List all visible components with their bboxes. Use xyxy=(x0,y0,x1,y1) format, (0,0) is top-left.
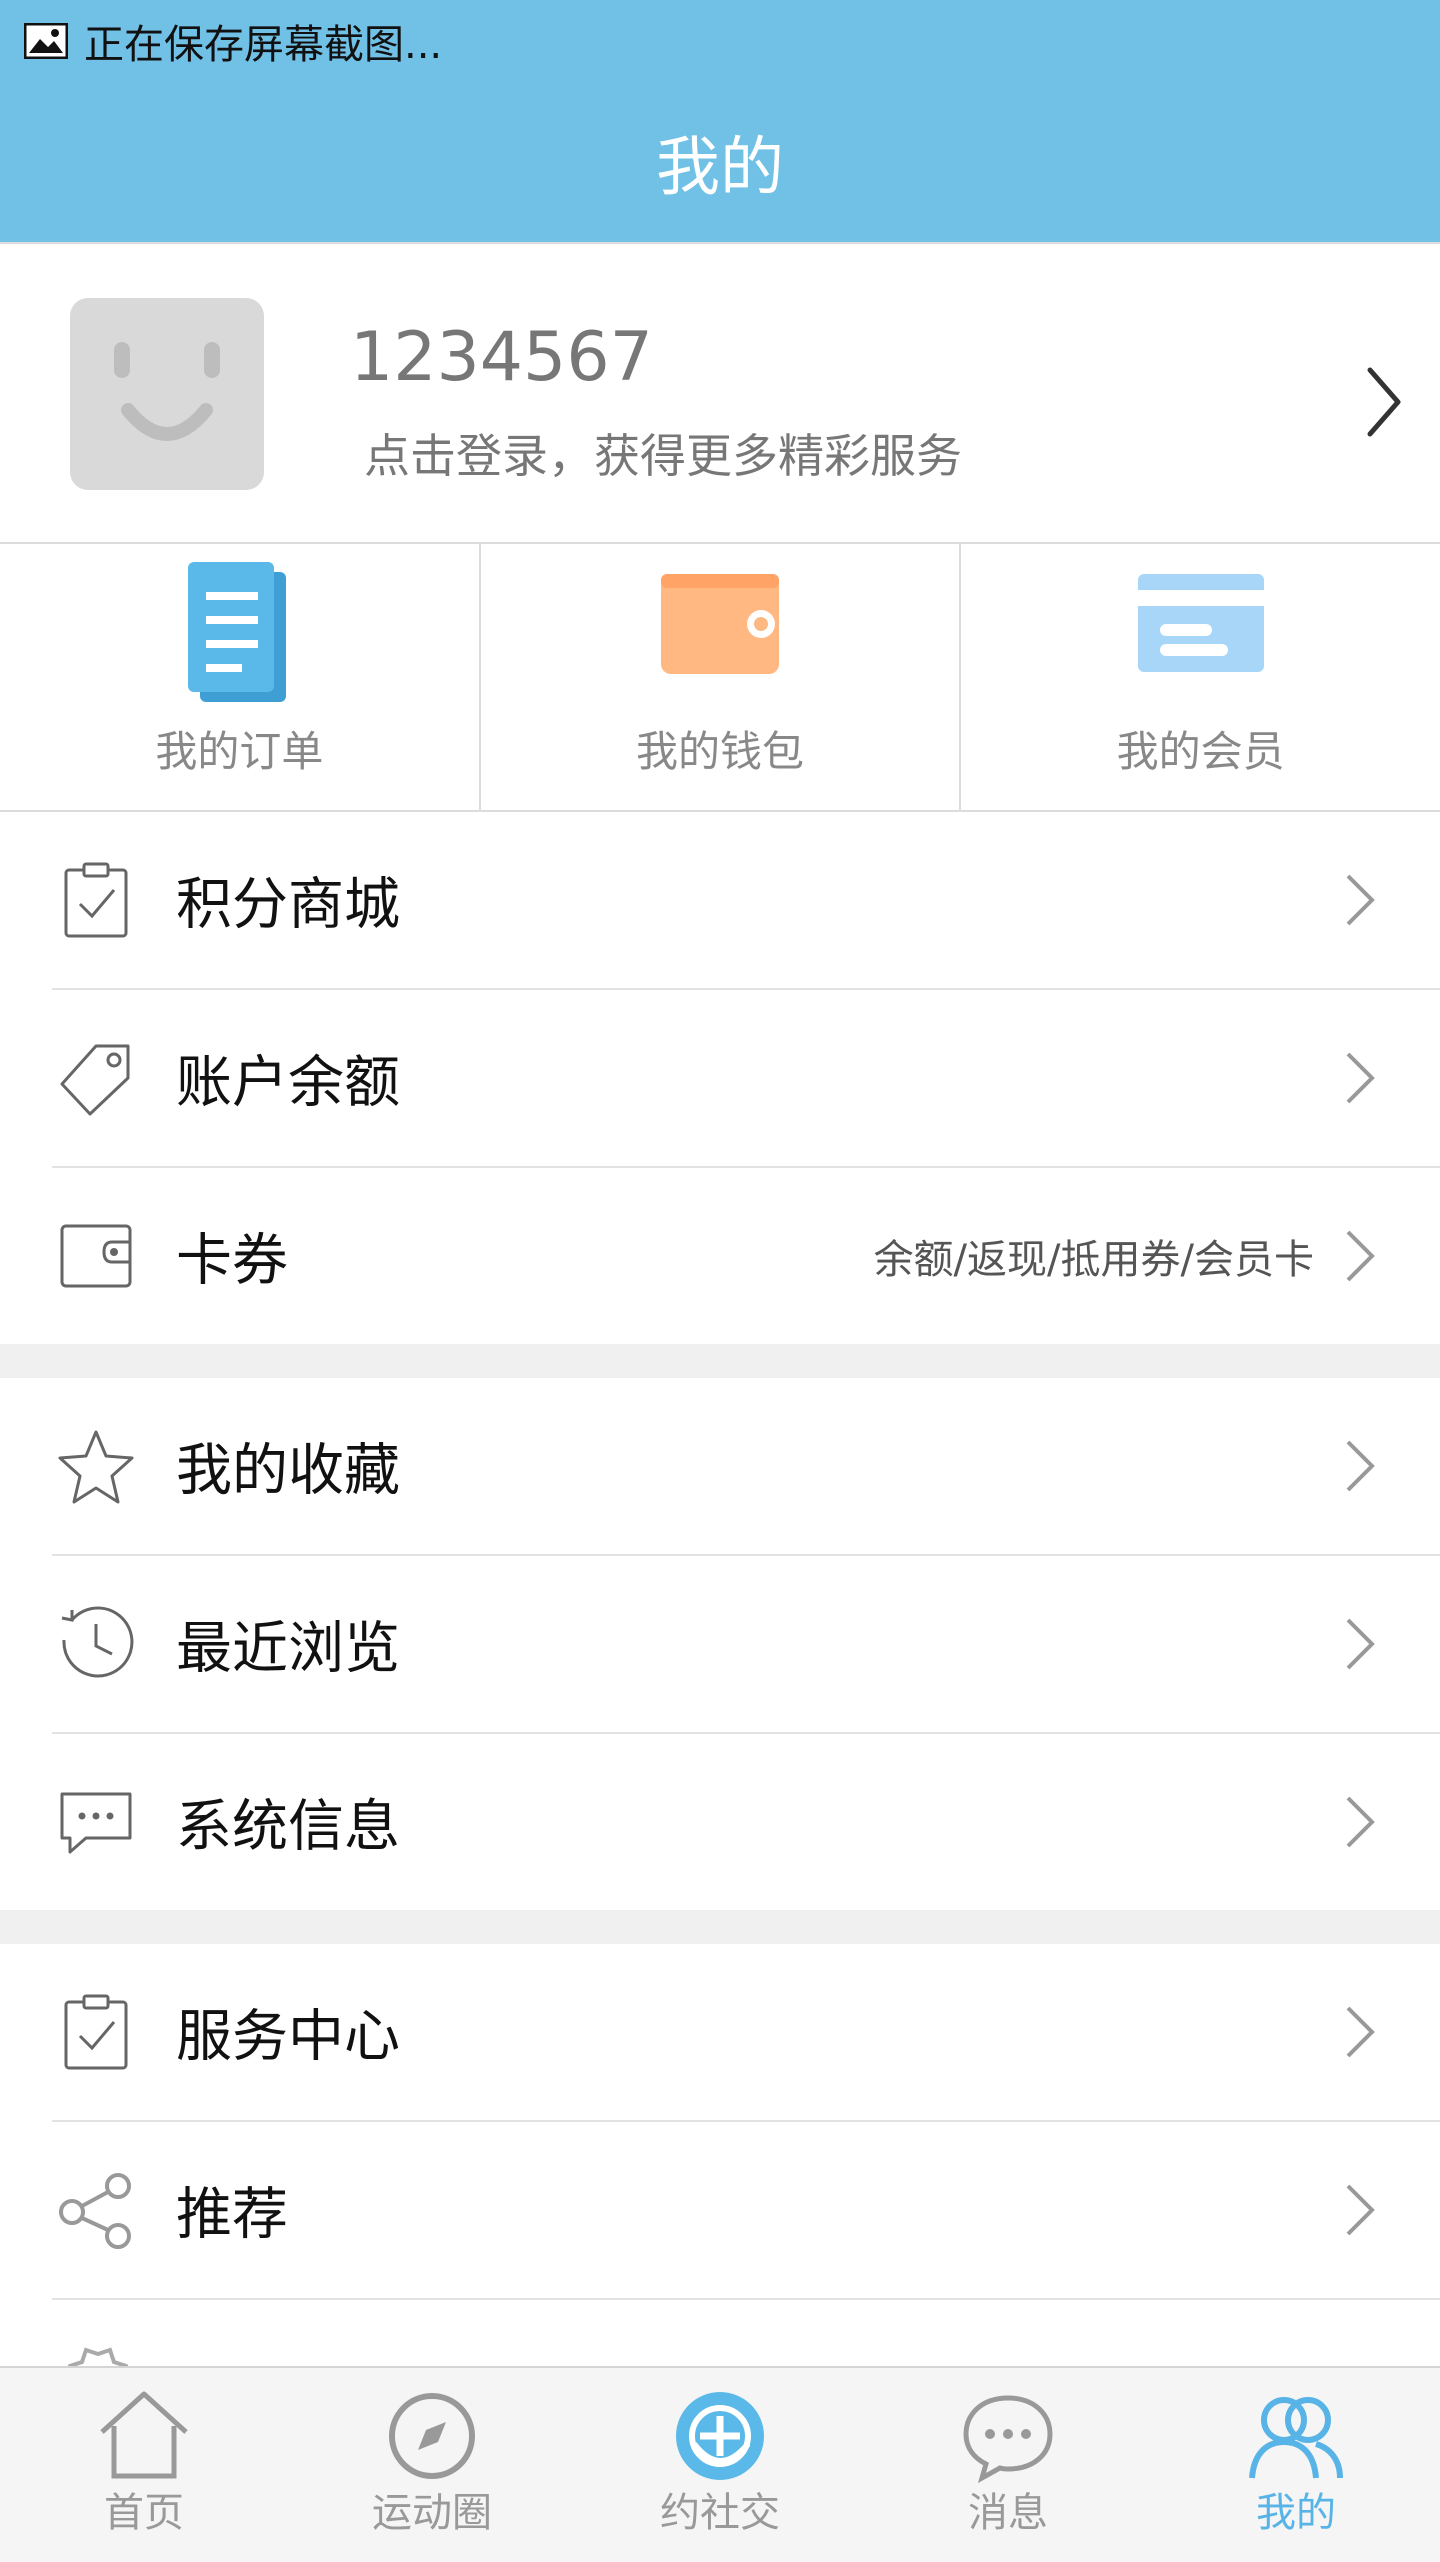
menu-item-coupons[interactable]: 卡券 余额/返现/抵用券/会员卡 xyxy=(0,1168,1440,1344)
page-title: 我的 xyxy=(656,131,784,205)
people-icon xyxy=(1249,2397,1343,2479)
nav-social[interactable]: 约社交 xyxy=(576,2368,864,2562)
chevron-right-icon[interactable] xyxy=(1364,364,1404,440)
section-gap xyxy=(0,1344,1440,1378)
menu-item-points-mall[interactable]: 积分商城 xyxy=(0,812,1440,988)
menu-item-label: 我的收藏 xyxy=(176,1438,400,1504)
document-icon xyxy=(188,562,287,702)
quick-action-wallet[interactable]: 我的钱包 xyxy=(478,544,960,810)
chevron-right-icon xyxy=(1346,2184,1375,2236)
nav-label: 约社交 xyxy=(660,2490,780,2536)
menu-item-favorites[interactable]: 我的收藏 xyxy=(0,1378,1440,1554)
nav-label: 我的 xyxy=(1256,2490,1336,2536)
nav-mine[interactable]: 我的 xyxy=(1152,2368,1440,2562)
chevron-right-icon xyxy=(1346,2006,1375,2058)
share-icon xyxy=(59,2173,131,2249)
quick-actions: 我的订单 我的钱包 我的会员 xyxy=(0,544,1440,810)
menu-item-label: 卡券 xyxy=(176,1228,288,1294)
smiley-face-icon xyxy=(114,342,220,441)
message-icon xyxy=(963,2395,1053,2484)
menu-item-label: 推荐 xyxy=(176,2182,288,2248)
menu-item-system-info[interactable]: 系统信息 xyxy=(0,1734,1440,1910)
compass-icon xyxy=(389,2393,475,2479)
nav-sports-circle[interactable]: 运动圈 xyxy=(288,2368,576,2562)
menu-item-label: 积分商城 xyxy=(176,872,400,938)
chevron-right-icon xyxy=(1346,1440,1375,1492)
menu-item-detail: 余额/返现/抵用券/会员卡 xyxy=(873,1237,1314,1283)
quick-action-label: 我的钱包 xyxy=(636,727,805,776)
menu-item-label: 服务中心 xyxy=(176,2004,400,2070)
menu-item-recent[interactable]: 最近浏览 xyxy=(0,1556,1440,1732)
bottom-nav: 首页 运动圈 约社交 消息 我的 xyxy=(0,2366,1440,2562)
chevron-right-icon xyxy=(1346,1230,1375,1282)
image-icon xyxy=(24,23,68,59)
quick-action-membership[interactable]: 我的会员 xyxy=(959,544,1440,810)
nav-home[interactable]: 首页 xyxy=(0,2368,288,2562)
menu-item-label: 账户余额 xyxy=(176,1050,400,1116)
chevron-right-icon xyxy=(1346,1796,1375,1848)
quick-action-orders[interactable]: 我的订单 xyxy=(0,544,479,810)
chevron-right-icon xyxy=(1346,874,1375,926)
star-icon xyxy=(58,1430,134,1504)
divider xyxy=(52,2298,1440,2300)
quick-action-label: 我的订单 xyxy=(155,727,324,776)
chat-bubble-icon xyxy=(60,1792,132,1854)
menu-item-service-center[interactable]: 服务中心 xyxy=(0,1944,1440,2120)
status-bar: 正在保存屏幕截图... xyxy=(0,0,1440,82)
section-gap xyxy=(0,1910,1440,1944)
clock-icon xyxy=(61,1606,134,1678)
clipboard-check-icon xyxy=(64,862,128,938)
user-id: 1234567 xyxy=(350,318,653,397)
nav-label: 消息 xyxy=(968,2490,1048,2536)
clipboard-check-icon xyxy=(64,1994,128,2070)
chevron-right-icon xyxy=(1346,1052,1375,1104)
nav-messages[interactable]: 消息 xyxy=(864,2368,1152,2562)
chevron-right-icon xyxy=(1346,1618,1375,1670)
menu-item-account-balance[interactable]: 账户余额 xyxy=(0,990,1440,1166)
menu-item-recommend[interactable]: 推荐 xyxy=(0,2122,1440,2298)
home-icon xyxy=(100,2391,188,2479)
menu-item-label: 系统信息 xyxy=(176,1794,400,1860)
quick-action-label: 我的会员 xyxy=(1116,727,1285,776)
nav-label: 首页 xyxy=(104,2490,184,2536)
wallet-outline-icon xyxy=(60,1224,132,1288)
menu-item-label: 最近浏览 xyxy=(176,1616,400,1682)
login-prompt[interactable]: 点击登录，获得更多精彩服务 xyxy=(364,420,962,486)
status-text: 正在保存屏幕截图... xyxy=(84,22,443,68)
tag-icon xyxy=(60,1044,130,1116)
nav-label: 运动圈 xyxy=(372,2490,492,2536)
wallet-icon xyxy=(661,574,779,674)
avatar[interactable] xyxy=(70,298,264,490)
card-icon xyxy=(1137,574,1264,672)
social-icon xyxy=(676,2392,764,2480)
